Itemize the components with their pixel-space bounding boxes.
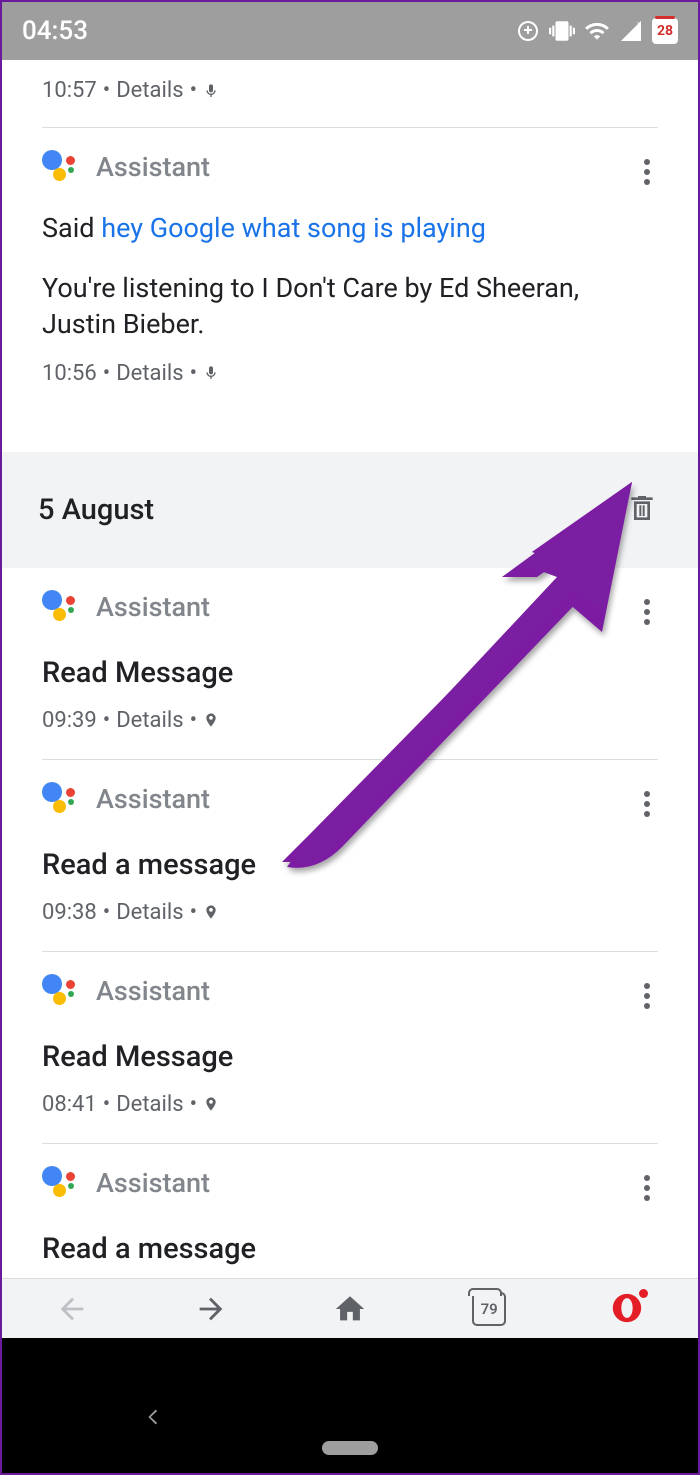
- date-label: 5 August: [38, 493, 154, 527]
- mic-icon: [203, 81, 219, 101]
- calendar-badge: 28: [652, 18, 678, 44]
- more-button[interactable]: [632, 592, 662, 632]
- activity-source: Assistant: [96, 783, 210, 815]
- assistant-logo-icon: [42, 974, 76, 1008]
- details-link[interactable]: Details: [116, 78, 183, 103]
- tab-count: 79: [472, 1292, 506, 1326]
- activity-title: Read Message: [42, 656, 658, 690]
- activity-source: Assistant: [96, 1167, 210, 1199]
- date-header: 5 August: [2, 452, 698, 568]
- forward-button[interactable]: [187, 1285, 235, 1333]
- assistant-logo-icon: [42, 1166, 76, 1200]
- activity-list[interactable]: 10:57• Details• Assistant Said hey Googl…: [2, 60, 698, 1282]
- assistant-logo-icon: [42, 590, 76, 624]
- activity-card: Assistant Said hey Google what song is p…: [2, 128, 698, 412]
- status-icons: x 28: [516, 18, 678, 44]
- wifi-icon: [584, 18, 610, 44]
- activity-card: Assistant Read Message 08:41• Details•: [2, 952, 698, 1143]
- more-button[interactable]: [632, 152, 662, 192]
- system-home-pill[interactable]: [322, 1441, 378, 1455]
- delete-button[interactable]: [626, 490, 662, 530]
- svg-text:x: x: [637, 20, 642, 30]
- location-pin-icon: [203, 1094, 219, 1114]
- activity-meta: 10:56• Details•: [42, 361, 658, 412]
- tabs-button[interactable]: 79: [465, 1285, 513, 1333]
- details-link[interactable]: Details: [116, 708, 183, 733]
- activity-query: Said hey Google what song is playing: [42, 212, 658, 244]
- more-button[interactable]: [632, 1168, 662, 1208]
- assistant-logo-icon: [42, 150, 76, 184]
- signal-icon: x: [619, 19, 643, 43]
- activity-response: You're listening to I Don't Care by Ed S…: [42, 270, 658, 343]
- activity-source: Assistant: [96, 151, 210, 183]
- activity-source: Assistant: [96, 591, 210, 623]
- system-back-button[interactable]: [142, 1403, 164, 1435]
- activity-title: Read a message: [42, 1232, 658, 1266]
- details-link[interactable]: Details: [116, 1092, 183, 1117]
- activity-meta: 10:57• Details•: [2, 60, 698, 127]
- browser-nav: 79: [2, 1278, 698, 1338]
- more-button[interactable]: [632, 784, 662, 824]
- activity-meta: 09:38• Details•: [42, 900, 658, 951]
- activity-card: Assistant Read Message 09:39• Details•: [2, 568, 698, 759]
- mic-icon: [203, 363, 219, 383]
- back-button[interactable]: [48, 1285, 96, 1333]
- activity-card: Assistant Read a message 08:40• Details•: [2, 1144, 698, 1282]
- location-pin-icon: [203, 710, 219, 730]
- activity-card: Assistant Read a message 09:38• Details•: [2, 760, 698, 951]
- query-link[interactable]: hey Google what song is playing: [101, 212, 486, 244]
- activity-meta: 09:39• Details•: [42, 708, 658, 759]
- status-time: 04:53: [22, 16, 88, 46]
- data-saver-icon: [516, 19, 540, 43]
- assistant-logo-icon: [42, 782, 76, 816]
- status-bar: 04:53 x 28: [2, 2, 698, 60]
- activity-title: Read a message: [42, 848, 658, 882]
- vibrate-icon: [549, 18, 575, 44]
- opera-menu-button[interactable]: [604, 1285, 652, 1333]
- opera-icon: [610, 1291, 646, 1327]
- activity-title: Read Message: [42, 1040, 658, 1074]
- home-button[interactable]: [326, 1285, 374, 1333]
- location-pin-icon: [203, 902, 219, 922]
- activity-source: Assistant: [96, 975, 210, 1007]
- system-nav: [2, 1338, 698, 1473]
- activity-meta: 08:41• Details•: [42, 1092, 658, 1143]
- details-link[interactable]: Details: [116, 900, 183, 925]
- more-button[interactable]: [632, 976, 662, 1016]
- details-link[interactable]: Details: [116, 361, 183, 386]
